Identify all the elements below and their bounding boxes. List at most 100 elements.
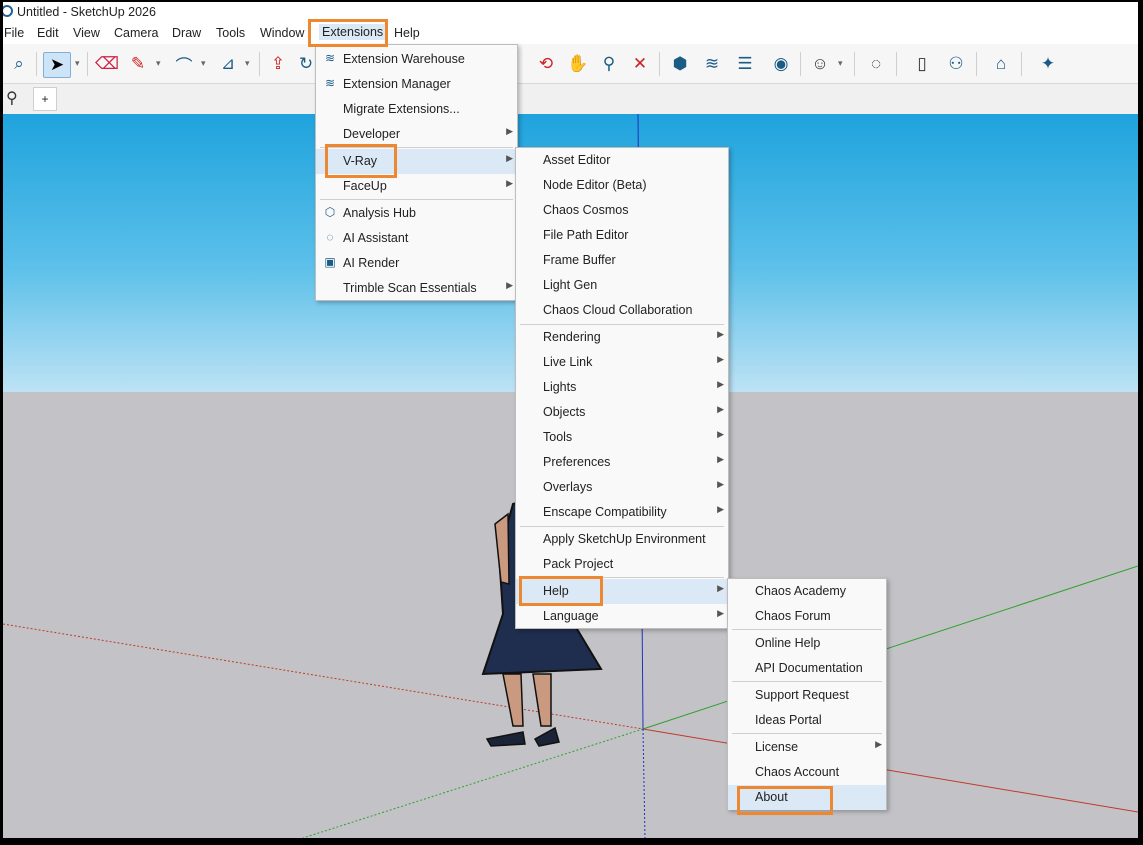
red-axis-positive <box>642 728 1138 813</box>
ai-assistant-icon[interactable]: ◌ <box>863 52 889 76</box>
extension-warehouse-icon: ≋ <box>324 51 336 65</box>
menu-separator <box>320 147 513 148</box>
menu-item-about[interactable]: About <box>728 785 886 810</box>
toolbar-separator <box>1021 52 1022 76</box>
menu-item-apply-sketchup-environment[interactable]: Apply SketchUp Environment <box>516 527 728 552</box>
menu-item-chaos-academy[interactable]: Chaos Academy <box>728 579 886 604</box>
menu-item-developer[interactable]: Developer ▶ <box>316 122 517 147</box>
menu-item-light-gen[interactable]: Light Gen <box>516 273 728 298</box>
menu-item-rendering[interactable]: Rendering ▶ <box>516 325 728 350</box>
search-icon[interactable]: ⚲ <box>6 88 18 108</box>
document-icon[interactable]: ▯ <box>909 52 935 76</box>
sparkle-icon[interactable]: ✦ <box>1035 52 1061 76</box>
zoom-extents-icon[interactable]: ✕ <box>627 52 653 76</box>
window-title: Untitled - SketchUp 2026 <box>17 5 156 19</box>
chevron-down-icon[interactable]: ▾ <box>201 58 206 69</box>
menu-item-chaos-cosmos[interactable]: Chaos Cosmos <box>516 198 728 223</box>
toolbar-separator <box>800 52 801 76</box>
menu-item-faceup[interactable]: FaceUp ▶ <box>316 174 517 199</box>
chevron-down-icon[interactable]: ▾ <box>245 58 250 69</box>
submenu-arrow-icon: ▶ <box>717 504 724 514</box>
menu-item-trimble-scan-essentials[interactable]: Trimble Scan Essentials ▶ <box>316 276 517 301</box>
menu-item-lights[interactable]: Lights ▶ <box>516 375 728 400</box>
menu-item-asset-editor[interactable]: Asset Editor <box>516 148 728 173</box>
toolbar-separator <box>87 52 88 76</box>
menu-item-frame-buffer[interactable]: Frame Buffer <box>516 248 728 273</box>
menu-item-file-path-editor[interactable]: File Path Editor <box>516 223 728 248</box>
menu-item-tools[interactable]: Tools ▶ <box>516 425 728 450</box>
menu-draw[interactable]: Draw <box>172 26 201 40</box>
eraser-tool-icon[interactable]: ⌫ <box>94 52 120 76</box>
menu-item-language[interactable]: Language ▶ <box>516 604 728 629</box>
menu-extensions[interactable]: Extensions <box>319 24 387 40</box>
shape-tool-icon[interactable]: ⊿ <box>215 52 241 76</box>
menu-item-license[interactable]: License ▶ <box>728 735 886 760</box>
menu-camera[interactable]: Camera <box>114 26 158 40</box>
menu-edit[interactable]: Edit <box>37 26 59 40</box>
layers-icon[interactable]: ☰ <box>732 52 758 76</box>
green-axis-negative <box>302 728 644 838</box>
main-toolbar: ⌕ ➤ ▾ ⌫ ✎ ▾ ⌒ ▾ ⊿ ▾ ⇪ ↻ ⟲ ✋ ⚲ ✕ ⬢ ≋ ☰ ◉ … <box>3 44 1138 84</box>
menu-item-pack-project[interactable]: Pack Project <box>516 552 728 577</box>
menu-item-online-help[interactable]: Online Help <box>728 631 886 656</box>
menu-item-migrate-extensions[interactable]: Migrate Extensions... <box>316 97 517 122</box>
menu-separator <box>732 733 882 734</box>
sketchup-window: Untitled - SketchUp 2026 File Edit View … <box>3 2 1138 838</box>
vray-help-submenu: Chaos Academy Chaos Forum Online Help AP… <box>727 578 887 810</box>
menu-separator <box>320 199 513 200</box>
submenu-arrow-icon: ▶ <box>717 329 724 339</box>
submenu-arrow-icon: ▶ <box>717 479 724 489</box>
menu-tools[interactable]: Tools <box>216 26 245 40</box>
orbit-tool-icon[interactable]: ⟲ <box>533 52 559 76</box>
pan-tool-icon[interactable]: ✋ <box>565 52 591 76</box>
menu-window[interactable]: Window <box>260 26 304 40</box>
analysis-hub-icon[interactable]: ⬢ <box>667 52 693 76</box>
chevron-down-icon[interactable]: ▾ <box>75 58 80 69</box>
zoom-camera-icon[interactable]: ⚲ <box>596 52 622 76</box>
push-pull-tool-icon[interactable]: ⇪ <box>265 52 291 76</box>
menu-item-chaos-account[interactable]: Chaos Account <box>728 760 886 785</box>
toolbar-separator <box>976 52 977 76</box>
menu-item-analysis-hub[interactable]: ⬡ Analysis Hub <box>316 201 517 226</box>
menu-help[interactable]: Help <box>394 26 420 40</box>
submenu-arrow-icon: ▶ <box>717 354 724 364</box>
menu-item-ai-assistant[interactable]: ◌ AI Assistant <box>316 226 517 251</box>
menu-separator <box>520 577 724 578</box>
extension-manager-icon[interactable]: ≋ <box>699 52 725 76</box>
chat-icon[interactable]: ◉ <box>768 52 794 76</box>
menu-item-ideas-portal[interactable]: Ideas Portal <box>728 708 886 733</box>
chevron-down-icon[interactable]: ▾ <box>156 58 161 69</box>
menu-item-extension-manager[interactable]: ≋ Extension Manager <box>316 72 517 97</box>
menu-item-ai-render[interactable]: ▣ AI Render <box>316 251 517 276</box>
account-icon[interactable]: ☺ <box>807 52 833 76</box>
chevron-down-icon[interactable]: ▾ <box>838 58 843 69</box>
add-tab-button[interactable]: + <box>33 87 57 111</box>
menu-view[interactable]: View <box>73 26 100 40</box>
menu-item-live-link[interactable]: Live Link ▶ <box>516 350 728 375</box>
analysis-hub-icon: ⬡ <box>324 205 336 219</box>
menu-item-overlays[interactable]: Overlays ▶ <box>516 475 728 500</box>
menu-item-preferences[interactable]: Preferences ▶ <box>516 450 728 475</box>
select-tool-icon[interactable]: ➤ <box>43 52 71 78</box>
submenu-arrow-icon: ▶ <box>717 583 724 593</box>
menu-item-vray[interactable]: V-Ray ▶ <box>316 149 517 174</box>
menu-item-node-editor[interactable]: Node Editor (Beta) <box>516 173 728 198</box>
submenu-arrow-icon: ▶ <box>875 739 882 749</box>
users-icon[interactable]: ⚇ <box>943 52 969 76</box>
menu-item-extension-warehouse[interactable]: ≋ Extension Warehouse <box>316 47 517 72</box>
menu-item-vray-help[interactable]: Help ▶ <box>516 579 728 604</box>
pencil-tool-icon[interactable]: ✎ <box>125 52 151 76</box>
arc-tool-icon[interactable]: ⌒ <box>171 52 197 76</box>
submenu-arrow-icon: ▶ <box>506 153 513 163</box>
menu-item-chaos-forum[interactable]: Chaos Forum <box>728 604 886 629</box>
ai-render-icon[interactable]: ⌂ <box>988 52 1014 76</box>
menu-file[interactable]: File <box>4 26 24 40</box>
menu-item-chaos-cloud-collaboration[interactable]: Chaos Cloud Collaboration <box>516 298 728 323</box>
menu-item-support-request[interactable]: Support Request <box>728 683 886 708</box>
menu-item-api-documentation[interactable]: API Documentation <box>728 656 886 681</box>
menu-item-objects[interactable]: Objects ▶ <box>516 400 728 425</box>
menu-item-enscape-compatibility[interactable]: Enscape Compatibility ▶ <box>516 500 728 525</box>
ai-render-icon: ▣ <box>324 255 336 269</box>
toolbar-separator <box>896 52 897 76</box>
zoom-tool-icon[interactable]: ⌕ <box>6 52 32 76</box>
